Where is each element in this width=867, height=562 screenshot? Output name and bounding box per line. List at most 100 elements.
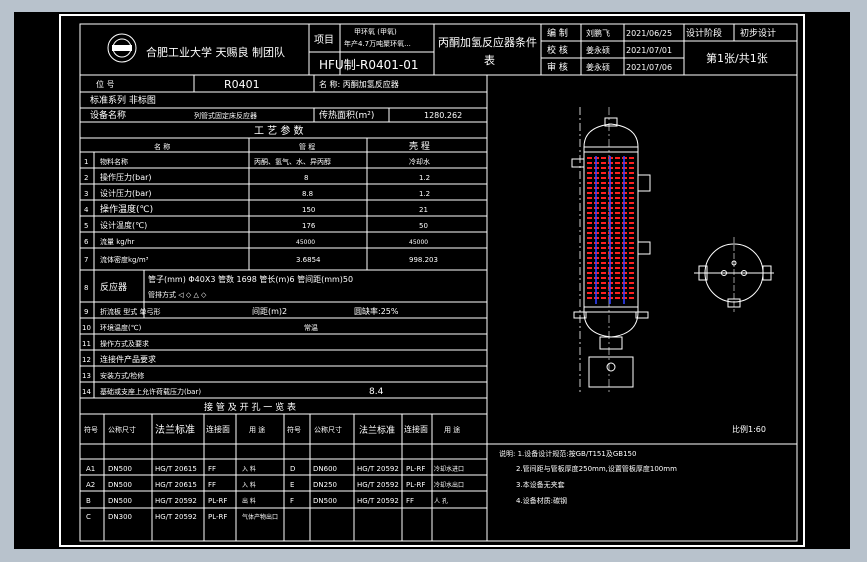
row9-mid: 间距(m)2 [252, 307, 287, 316]
nozzle-cell: 入 料 [242, 481, 256, 489]
nozzle-heading: 接 管 及 开 孔 一 览 表 [204, 401, 296, 413]
nozzle-header-flange-2: 法兰标准 [359, 424, 395, 436]
param-row-shell: 21 [419, 206, 428, 214]
equipment-name: 名 称: 丙酮加氢反应器 [319, 79, 399, 89]
row-date-check: 2021/07/01 [626, 46, 672, 55]
nozzle-cell: A2 [86, 481, 95, 489]
row8-no: 8 [84, 284, 88, 292]
nozzle-cell: DN500 [108, 465, 132, 473]
param-row-name: 设计温度(℃) [100, 220, 147, 230]
nozzle-cell: A1 [86, 465, 95, 473]
row-label-compile: 编 制 [547, 27, 568, 39]
param-row-shell: 50 [419, 222, 428, 230]
row8-name: 反应器 [100, 281, 127, 293]
nozzle-header-size: 公称尺寸 [108, 425, 136, 434]
param-row-value: 8.4 [369, 387, 384, 397]
param-row-shell: 1.2 [419, 190, 430, 198]
row9-no: 9 [84, 308, 88, 316]
param-row-name: 连接件产品要求 [100, 354, 156, 364]
param-row-no: 3 [84, 190, 88, 198]
col-shell-header: 壳 程 [409, 140, 430, 152]
param-row-name: 操作方式及要求 [100, 339, 149, 348]
nozzle-cell: DN250 [313, 481, 337, 489]
row-name-check: 姜永硕 [586, 45, 610, 55]
project-name: 年产4.7万吨聚环氧... [344, 39, 411, 48]
param-row-shell: 45000 [409, 239, 428, 246]
school-name: 合肥工业大学 天赐良 制团队 [146, 45, 285, 59]
note-line-4: 4.设备材质:碳钢 [516, 496, 567, 505]
row-date-review: 2021/07/06 [626, 63, 672, 72]
university-logo [107, 33, 137, 63]
param-row-shell: 冷却水 [409, 157, 430, 166]
param-row-name: 物料名称 [100, 157, 128, 166]
tube-bundle [587, 156, 635, 304]
spec-label: 标准系列 非标图 [90, 94, 156, 106]
doc-title-line1: 丙酮加氢反应器条件 [438, 35, 537, 49]
param-row-no: 5 [84, 222, 88, 230]
nozzle-header-symbol: 符号 [84, 425, 98, 434]
param-row-value: 常温 [304, 323, 318, 332]
nozzle-cell: B [86, 497, 91, 505]
nozzle-header-symbol-2: 符号 [287, 425, 301, 434]
nozzle-cell: 冷却水进口 [434, 465, 464, 473]
code-label: 位 号 [96, 79, 115, 89]
project-line1: 甲环氧 (甲氧) [354, 27, 397, 36]
nozzle-cell: HG/T 20615 [155, 465, 197, 473]
nozzle-header-use: 用 途 [249, 425, 265, 434]
param-row-no: 14 [82, 388, 91, 396]
nozzle-header-flange: 法兰标准 [155, 423, 195, 436]
col-name-header: 名 称 [154, 142, 170, 151]
row8-line1: 管子(mm) Φ40X3 管数 1698 管长(m)6 管间距(mm)50 [148, 274, 353, 284]
param-row-no: 2 [84, 174, 88, 182]
nozzle-cell: PL-RF [406, 481, 425, 489]
nozzle-cell: DN500 [313, 497, 337, 505]
param-row-name: 操作温度(℃) [100, 203, 153, 215]
nozzle-cell: DN600 [313, 465, 337, 473]
param-row-tube: 150 [302, 206, 315, 214]
row-date-compile: 2021/06/25 [626, 29, 672, 38]
row8-line2: 管排方式 ◁ ◇ △ ◇ [148, 290, 207, 299]
scale-note: 比例1:60 [732, 424, 766, 434]
drawing-code: HFU制-R0401-01 [319, 58, 419, 72]
param-row-name: 基础或支座上允许荷载压力(bar) [100, 387, 201, 396]
param-row-no: 7 [84, 256, 88, 264]
param-row-no: 1 [84, 158, 88, 166]
note-line-1: 说明: 1.设备设计规范:按GB/T151及GB150 [499, 449, 636, 458]
nozzle-cell: FF [208, 481, 216, 489]
nozzle-cell: HG/T 20592 [357, 481, 399, 489]
nozzle-cell: FF [208, 465, 216, 473]
reactor-plan-view [694, 237, 774, 312]
param-row-name: 流量 kg/hr [100, 237, 135, 246]
drawing-viewport: 合肥工业大学 天赐良 制团队 项目 甲环氧 (甲氧) 年产4.7万吨聚环氧...… [14, 12, 850, 549]
nozzle-cell: PL-RF [406, 465, 425, 473]
param-row-no: 12 [82, 356, 91, 364]
param-row-name: 安装方式/检修 [100, 371, 144, 380]
code-value: R0401 [224, 78, 260, 91]
reactor-elevation [571, 107, 651, 392]
row-label-review: 审 核 [547, 61, 568, 73]
nozzle-cell: E [290, 481, 294, 489]
param-row-shell: 998.203 [409, 256, 438, 264]
project-label: 项目 [314, 34, 334, 46]
nozzle-cell: PL-RF [208, 513, 227, 521]
area-value: 1280.262 [424, 111, 462, 120]
row9-name: 折流板 型式 单弓形 [100, 307, 160, 316]
design-stage-label: 设计阶段 [686, 27, 722, 39]
nozzle-cell: DN300 [108, 513, 132, 521]
nozzle-cell: 人 孔 [434, 497, 448, 505]
param-row-tube: 45000 [296, 239, 315, 246]
nozzle-cell: 气体产物出口 [242, 513, 278, 521]
nozzle-cell: 入 料 [242, 465, 256, 473]
nozzle-rows: A1 DN500 HG/T 20615 FF 入 料 D DN600 HG/T 20592 PL… [86, 465, 464, 521]
nozzle-cell: DN500 [108, 497, 132, 505]
nozzle-cell: HG/T 20592 [155, 513, 197, 521]
param-row-shell: 1.2 [419, 174, 430, 182]
nozzle-cell: FF [406, 497, 414, 505]
param-row-tube: 8.8 [302, 190, 313, 198]
nozzle-cell: 出 料 [242, 497, 256, 505]
nozzle-cell: HG/T 20592 [155, 497, 197, 505]
row9-right: 圆缺率:25% [354, 306, 399, 316]
area-label: 传热面积(m²) [319, 109, 374, 121]
nozzle-header-use-2: 用 途 [444, 425, 460, 434]
row-name-review: 姜永硕 [586, 62, 610, 72]
